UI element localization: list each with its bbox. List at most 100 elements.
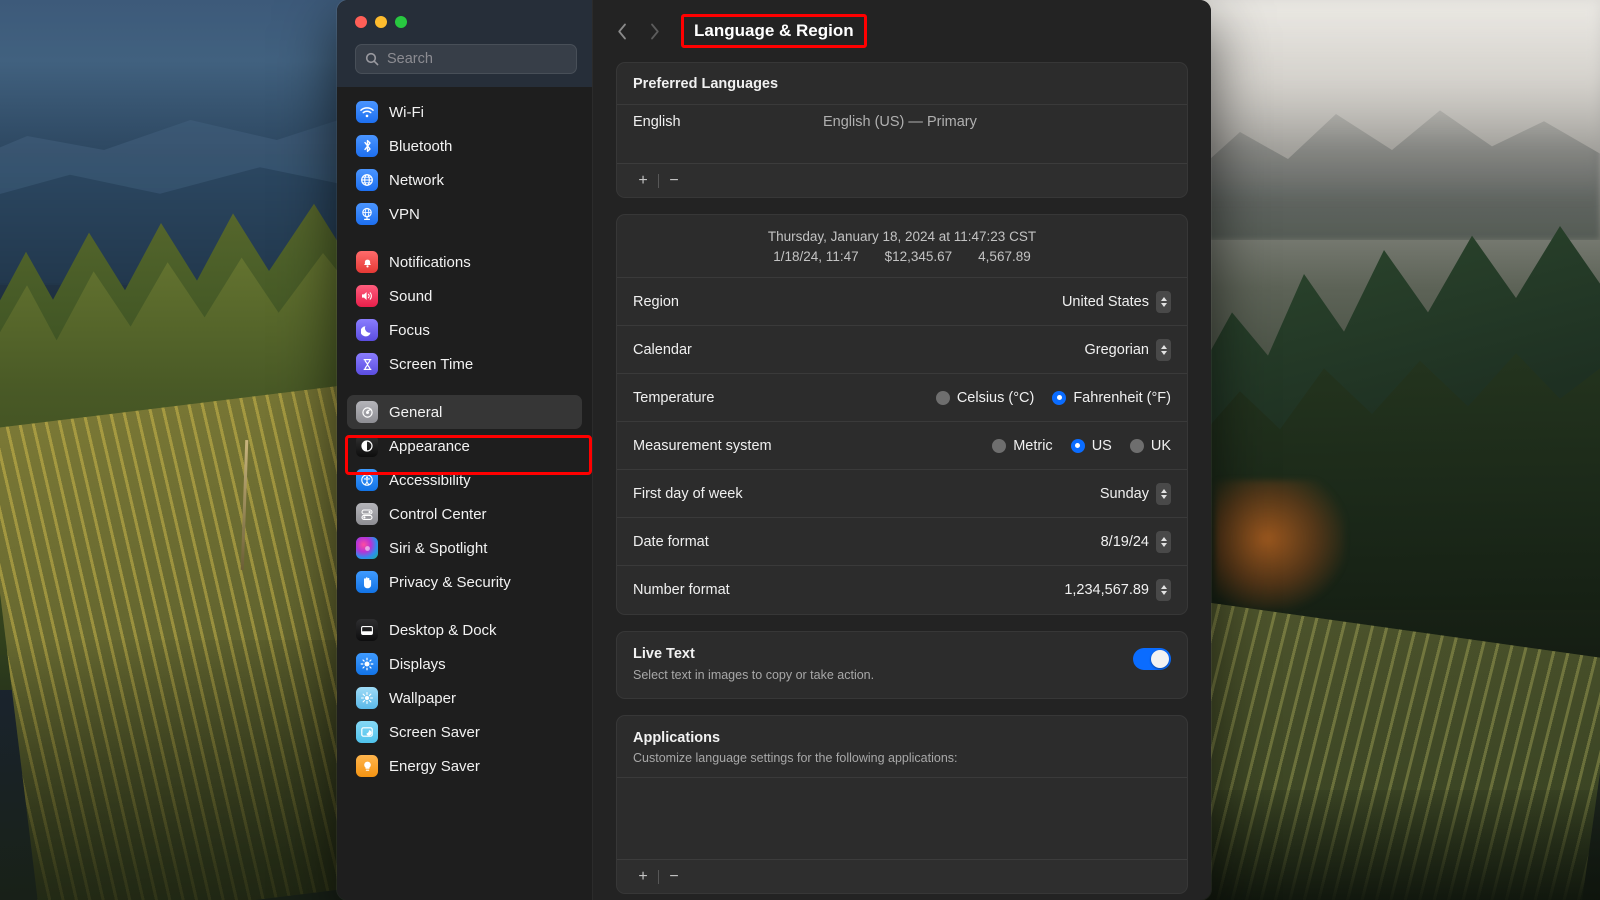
- accessibility-icon: [356, 469, 378, 491]
- sidebar-item-privacy-security[interactable]: Privacy & Security: [347, 565, 582, 599]
- settings-scroll-area[interactable]: Preferred Languages English English (US)…: [593, 62, 1211, 900]
- calendar-stepper[interactable]: [1156, 338, 1171, 361]
- remove-language-button[interactable]: −: [661, 170, 687, 192]
- radio-metric[interactable]: Metric: [992, 438, 1053, 454]
- sidebar-item-screen-time[interactable]: Screen Time: [347, 347, 582, 381]
- preferred-languages-card: Preferred Languages English English (US)…: [616, 62, 1188, 198]
- format-sample-currency: $12,345.67: [884, 249, 953, 264]
- content-pane: Language & Region Preferred Languages En…: [593, 0, 1211, 900]
- sidebar-item-appearance[interactable]: Appearance: [347, 429, 582, 463]
- search-input[interactable]: Search: [355, 44, 577, 74]
- add-application-button[interactable]: +: [630, 866, 656, 888]
- sidebar-item-network[interactable]: Network: [347, 163, 582, 197]
- row-control[interactable]: United States: [1062, 290, 1171, 313]
- row-control[interactable]: 1,234,567.89: [1064, 579, 1171, 601]
- radio-celsius[interactable]: Celsius (°C): [935, 390, 1034, 406]
- row-first-day-of-week: First day of week Sunday: [617, 470, 1187, 518]
- sidebar-item-control-center[interactable]: Control Center: [347, 497, 582, 531]
- sidebar-group-display: Desktop & Dock Displays Wallpaper Screen…: [347, 613, 582, 783]
- divider: [658, 869, 659, 884]
- sidebar-item-label: Wi-Fi: [389, 103, 424, 121]
- sidebar-item-general[interactable]: General: [347, 395, 582, 429]
- row-control[interactable]: Gregorian: [1084, 338, 1171, 361]
- radio-button[interactable]: [935, 390, 950, 405]
- number-format-stepper[interactable]: [1156, 579, 1171, 601]
- speaker-icon: [356, 285, 378, 307]
- row-control[interactable]: 8/19/24: [1100, 530, 1171, 553]
- radio-uk[interactable]: UK: [1129, 438, 1171, 454]
- radio-button[interactable]: [1129, 438, 1144, 453]
- live-text-title: Live Text: [633, 646, 695, 662]
- radio-button[interactable]: [992, 438, 1007, 453]
- first-day-stepper[interactable]: [1156, 482, 1171, 505]
- sidebar-item-displays[interactable]: Displays: [347, 647, 582, 681]
- date-format-stepper[interactable]: [1156, 530, 1171, 553]
- radio-button[interactable]: [1052, 390, 1067, 405]
- add-language-button[interactable]: +: [630, 170, 656, 192]
- live-text-toggle[interactable]: [1133, 648, 1171, 670]
- applications-title: Applications: [633, 730, 721, 746]
- forward-button[interactable]: [641, 18, 667, 44]
- row-measurement-system: Measurement system Metric US UK: [617, 422, 1187, 470]
- row-control[interactable]: Sunday: [1100, 482, 1171, 505]
- globe-icon: [356, 169, 378, 191]
- system-settings-window: Search Wi-Fi Bluetooth Network VPN Notif…: [337, 0, 1211, 900]
- sidebar-item-label: Screen Time: [389, 355, 474, 373]
- wifi-icon: [356, 101, 378, 123]
- applications-card: Applications Customize language settings…: [616, 715, 1188, 894]
- gear-icon: [356, 401, 378, 423]
- sidebar-item-focus[interactable]: Focus: [347, 313, 582, 347]
- sidebar-item-notifications[interactable]: Notifications: [347, 245, 582, 279]
- sidebar-item-screen-saver[interactable]: Screen Saver: [347, 715, 582, 749]
- sidebar-item-label: Siri & Spotlight: [389, 539, 488, 557]
- radio-button[interactable]: [1070, 438, 1085, 453]
- applications-header: Applications Customize language settings…: [617, 716, 1187, 777]
- page-title-container: Language & Region: [681, 14, 867, 48]
- sidebar-item-sound[interactable]: Sound: [347, 279, 582, 313]
- radio-us[interactable]: US: [1070, 437, 1112, 454]
- row-label: Temperature: [633, 389, 715, 406]
- contrast-icon: [356, 435, 378, 457]
- hand-icon: [356, 571, 378, 593]
- format-preview-samples: 1/18/24, 11:47 $12,345.67 4,567.89: [633, 249, 1171, 264]
- live-text-row: Live Text Select text in images to copy …: [617, 632, 1187, 698]
- sidebar-header: Search: [337, 0, 592, 87]
- chevron-right-icon: [650, 23, 659, 39]
- preferred-languages-list: English English (US) — Primary: [617, 105, 1187, 163]
- sidebar-item-label: General: [389, 403, 443, 421]
- back-button[interactable]: [609, 18, 635, 44]
- date-format-value: 8/19/24: [1100, 533, 1149, 550]
- live-text-subtitle: Select text in images to copy or take ac…: [633, 668, 875, 682]
- preferred-languages-heading: Preferred Languages: [617, 63, 1187, 105]
- sidebar-item-siri-spotlight[interactable]: Siri & Spotlight: [347, 531, 582, 565]
- calendar-value: Gregorian: [1084, 341, 1149, 358]
- sidebar-item-vpn[interactable]: VPN: [347, 197, 582, 231]
- row-label: Measurement system: [633, 437, 772, 454]
- sidebar-item-energy-saver[interactable]: Energy Saver: [347, 749, 582, 783]
- radio-label: US: [1091, 437, 1112, 454]
- sidebar-item-accessibility[interactable]: Accessibility: [347, 463, 582, 497]
- applications-list[interactable]: [617, 777, 1187, 859]
- number-format-value: 1,234,567.89: [1064, 582, 1149, 598]
- region-stepper[interactable]: [1156, 290, 1171, 313]
- format-preview: Thursday, January 18, 2024 at 11:47:23 C…: [617, 215, 1187, 278]
- sidebar-item-desktop-dock[interactable]: Desktop & Dock: [347, 613, 582, 647]
- row-calendar: Calendar Gregorian: [617, 326, 1187, 374]
- screen-saver-icon: [356, 721, 378, 743]
- radio-fahrenheit[interactable]: Fahrenheit (°F): [1052, 390, 1171, 406]
- search-placeholder: Search: [387, 51, 433, 67]
- bell-icon: [356, 251, 378, 273]
- minimize-button[interactable]: [375, 16, 387, 28]
- wallpaper-autumn-trees: [1215, 480, 1345, 610]
- maximize-button[interactable]: [395, 16, 407, 28]
- search-icon: [365, 52, 379, 66]
- remove-application-button[interactable]: −: [661, 866, 687, 888]
- list-item[interactable]: English English (US) — Primary: [617, 105, 1187, 139]
- siri-icon: [356, 537, 378, 559]
- sidebar-item-label: Displays: [389, 655, 446, 673]
- sidebar-item-wallpaper[interactable]: Wallpaper: [347, 681, 582, 715]
- sidebar-item-bluetooth[interactable]: Bluetooth: [347, 129, 582, 163]
- sidebar-item-label: Notifications: [389, 253, 471, 271]
- sidebar-item-wi-fi[interactable]: Wi-Fi: [347, 95, 582, 129]
- close-button[interactable]: [355, 16, 367, 28]
